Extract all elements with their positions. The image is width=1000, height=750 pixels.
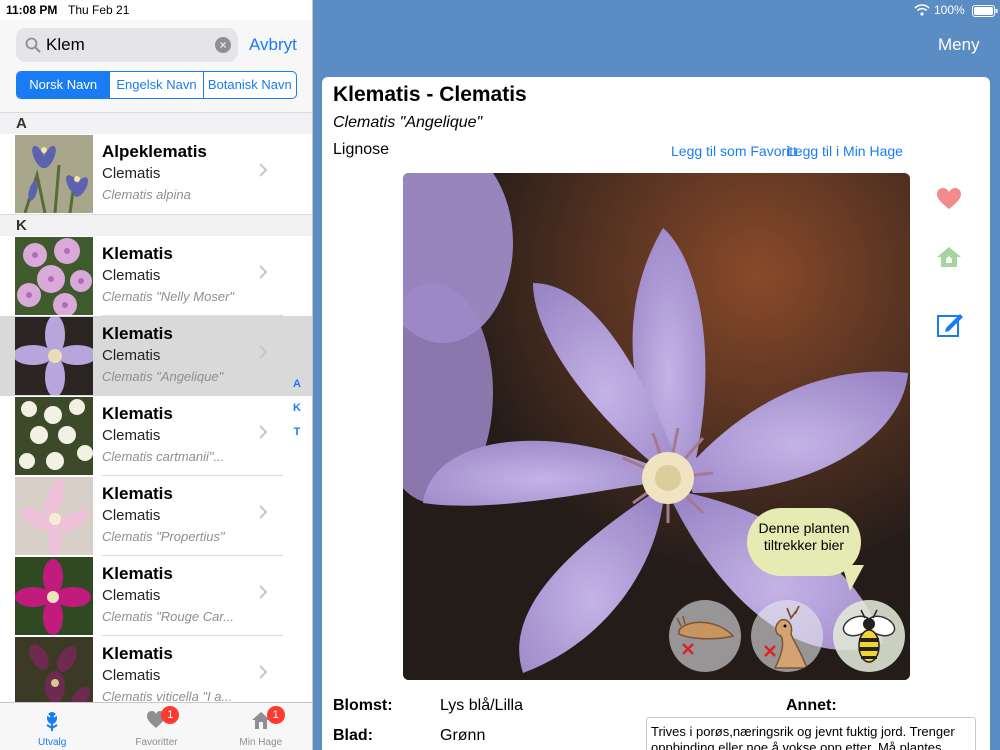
tab-label: Favoritter [135, 737, 178, 748]
plant-english-name: Clematis [102, 507, 161, 524]
plant-botanical-subtitle: Clematis "Angelique" [333, 114, 483, 131]
section-header-a: A [0, 112, 312, 134]
plant-norwegian-name: Alpeklematis [102, 142, 207, 161]
plant-thumbnail [15, 477, 93, 555]
list-item-klematis-nelly-moser[interactable]: Klematis Clematis Clematis "Nelly Moser" [0, 236, 312, 316]
plant-norwegian-name: Klematis [102, 644, 173, 663]
segment-botanisk-navn[interactable]: Botanisk Navn [202, 72, 296, 98]
menu-button[interactable]: Meny [938, 35, 980, 55]
plant-botanical-name: Clematis "Nelly Moser" [102, 289, 235, 304]
chevron-right-icon [259, 265, 268, 279]
tab-utvalg[interactable]: Utvalg [0, 703, 104, 750]
plant-thumbnail [15, 135, 93, 213]
section-index[interactable]: A K T [290, 378, 304, 450]
plant-english-name: Clematis [102, 267, 161, 284]
name-type-segmented-control: Norsk Navn Engelsk Navn Botanisk Navn [16, 71, 297, 99]
chevron-right-icon [259, 585, 268, 599]
house-icon[interactable] [936, 245, 962, 269]
plant-norwegian-name: Klematis [102, 404, 173, 423]
status-time: 11:08 PM [6, 3, 58, 17]
chevron-right-icon [259, 425, 268, 439]
section-header-k: K [0, 214, 312, 236]
plant-norwegian-name: Klematis [102, 324, 173, 343]
list-item-klematis-viticella[interactable]: Klematis Clematis Clematis viticella "I … [0, 636, 312, 702]
list-item-klematis-angelique[interactable]: Klematis Clematis Clematis "Angelique" [0, 316, 312, 396]
plant-english-name: Clematis [102, 427, 161, 444]
search-icon [25, 37, 41, 53]
speech-bubble-tail [842, 565, 864, 591]
plant-thumbnail [15, 317, 93, 395]
plant-english-name: Clematis [102, 165, 161, 182]
status-bar: 11:08 PM Thu Feb 21 [0, 0, 312, 20]
index-letter-a[interactable]: A [290, 378, 304, 402]
plant-photo [403, 173, 910, 680]
favorites-badge: 1 [161, 706, 180, 724]
list-item-klematis-propertius[interactable]: Klematis Clematis Clematis "Propertius" [0, 476, 312, 556]
tab-label: Min Hage [239, 737, 283, 748]
search-input[interactable] [46, 32, 216, 58]
plant-norwegian-name: Klematis [102, 564, 173, 583]
slug-resistance-icon[interactable] [669, 600, 741, 672]
segment-norsk-navn[interactable]: Norsk Navn [17, 72, 110, 98]
flower-color-label: Blomst: [333, 697, 393, 714]
add-garden-link[interactable]: Legg til i Min Hage [787, 143, 903, 159]
add-favorite-link[interactable]: Legg til som Favoritt [671, 143, 797, 159]
search-field[interactable]: × [16, 28, 238, 62]
flower-color-value: Lys blå/Lilla [440, 697, 524, 714]
segment-engelsk-navn[interactable]: Engelsk Navn [109, 72, 202, 98]
plant-english-name: Clematis [102, 587, 161, 604]
heart-icon[interactable] [936, 187, 962, 211]
plant-detail-card: Klematis - Clematis Clematis "Angelique"… [322, 77, 990, 750]
search-area: × Avbryt Norsk Navn Engelsk Navn Botanis… [0, 20, 312, 112]
chevron-right-icon [259, 345, 268, 359]
plant-english-name: Clematis [102, 347, 161, 364]
other-info-text[interactable]: Trives i porøs,næringsrik og jevnt fukti… [646, 717, 976, 750]
cancel-button[interactable]: Avbryt [249, 35, 297, 55]
other-info-label: Annet: [786, 697, 837, 714]
plant-thumbnail [15, 237, 93, 315]
plant-thumbnail [15, 557, 93, 635]
status-bar-right: 100% [850, 3, 1000, 21]
garden-badge: 1 [266, 706, 285, 724]
plant-norwegian-name: Klematis [102, 484, 173, 503]
index-letter-k[interactable]: K [290, 402, 304, 426]
leaf-color-value: Grønn [440, 727, 486, 744]
leaf-color-label: Blad: [333, 727, 373, 744]
plant-botanical-name: Clematis alpina [102, 187, 191, 202]
plant-list: A Alpeklematis Clematis Clematis alpina … [0, 112, 312, 702]
tab-label: Utvalg [37, 737, 67, 748]
edit-icon[interactable] [936, 310, 964, 338]
status-date: Thu Feb 21 [68, 3, 130, 17]
plant-english-name: Clematis [102, 667, 161, 684]
plant-botanical-name: Clematis viticella "I a... [102, 689, 233, 702]
plant-thumbnail [15, 637, 93, 702]
plant-botanical-name: Clematis cartmanii"... [102, 449, 225, 464]
plant-botanical-name: Clematis "Angelique" [102, 369, 224, 384]
tab-min-hage[interactable]: 1 Min Hage [209, 703, 312, 750]
list-item-klematis-cartmanii[interactable]: Klematis Clematis Clematis cartmanii"... [0, 396, 312, 476]
chevron-right-icon [259, 665, 268, 679]
plant-title: Klematis - Clematis [333, 83, 527, 106]
plant-botanical-name: Clematis "Rouge Car... [102, 609, 235, 624]
list-item-klematis-rouge-cardinal[interactable]: Klematis Clematis Clematis "Rouge Car... [0, 556, 312, 636]
chevron-right-icon [259, 163, 268, 177]
battery-icon [972, 5, 998, 17]
chevron-right-icon [259, 505, 268, 519]
plant-type: Lignose [333, 141, 390, 158]
tab-favoritter[interactable]: 1 Favoritter [104, 703, 208, 750]
tab-bar: Utvalg 1 Favoritter 1 Min Hage [0, 702, 312, 750]
flower-icon [46, 712, 58, 731]
plant-thumbnail [15, 397, 93, 475]
wifi-icon [914, 4, 930, 16]
plant-norwegian-name: Klematis [102, 244, 173, 263]
clear-icon[interactable]: × [215, 37, 231, 53]
battery-percent: 100% [934, 3, 965, 17]
plant-list-pane: 11:08 PM Thu Feb 21 × Avbryt Norsk Navn … [0, 0, 313, 750]
index-letter-t[interactable]: T [290, 426, 304, 450]
list-item-alpeklematis[interactable]: Alpeklematis Clematis Clematis alpina [0, 134, 312, 214]
plant-botanical-name: Clematis "Propertius" [102, 529, 225, 544]
bee-friendly-icon[interactable] [833, 600, 905, 672]
deer-resistance-icon[interactable] [751, 600, 823, 672]
